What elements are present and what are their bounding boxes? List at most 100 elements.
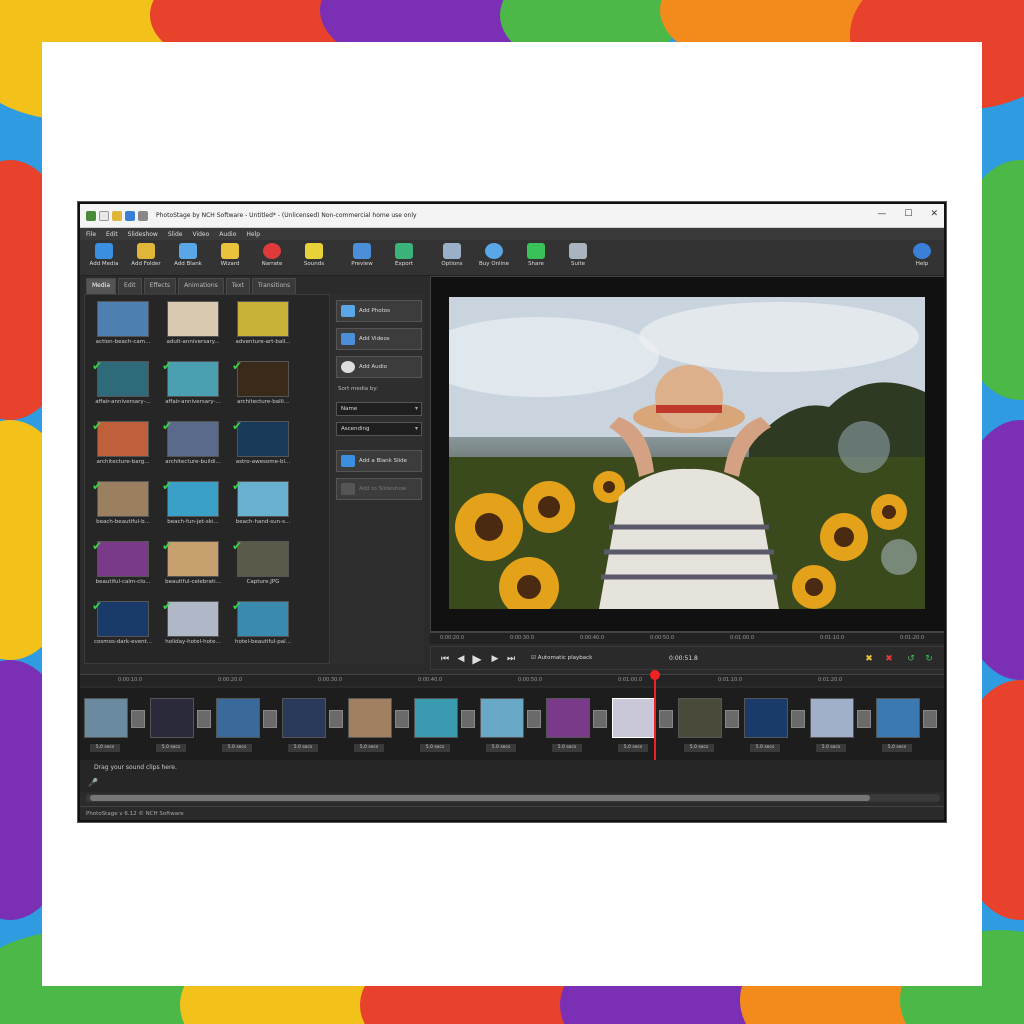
slide-duration[interactable]: 5.0 secs	[222, 744, 252, 752]
media-thumbnail[interactable]: ✔ architecture-buildi...	[161, 420, 225, 465]
open-folder-icon[interactable]	[112, 210, 122, 221]
buy-online-button[interactable]: Buy Online	[472, 243, 516, 267]
transition-icon[interactable]	[197, 710, 211, 728]
slide-duration[interactable]: 5.0 secs	[156, 744, 186, 752]
playhead-handle[interactable]	[650, 670, 660, 680]
menu-audio[interactable]: Audio	[219, 231, 236, 238]
new-file-icon[interactable]	[99, 210, 109, 221]
automatic-playback-checkbox[interactable]: ☑ Automatic playback	[531, 655, 592, 661]
wizard-button[interactable]: Wizard	[208, 243, 252, 267]
timeline-slide[interactable]	[876, 698, 920, 738]
media-thumbnail[interactable]: ✔ affair-anniversary-...	[91, 360, 155, 405]
slide-duration[interactable]: 5.0 secs	[420, 744, 450, 752]
step-back-icon[interactable]: ◀	[455, 653, 467, 665]
transition-icon[interactable]	[725, 710, 739, 728]
transition-icon[interactable]	[923, 710, 937, 728]
menu-edit[interactable]: Edit	[106, 231, 118, 238]
crop-icon[interactable]: ✖	[863, 653, 875, 665]
add-audio-button[interactable]: Add Audio	[336, 356, 422, 378]
timeline-slide[interactable]	[744, 698, 788, 738]
slide-duration[interactable]: 5.0 secs	[288, 744, 318, 752]
menu-help[interactable]: Help	[246, 231, 260, 238]
timeline-slide[interactable]	[810, 698, 854, 738]
timeline-scrollbar[interactable]	[86, 794, 940, 802]
sort-by-select[interactable]: Name ▾	[336, 402, 422, 416]
slide-duration[interactable]: 5.0 secs	[486, 744, 516, 752]
tab-edit[interactable]: Edit	[118, 278, 142, 294]
transition-icon[interactable]	[659, 710, 673, 728]
media-thumbnail[interactable]: ✔ beautiful-celebrati...	[161, 540, 225, 585]
slide-duration[interactable]: 5.0 secs	[684, 744, 714, 752]
media-thumbnail[interactable]: ✔ affair-anniversary-...	[161, 360, 225, 405]
slide-duration[interactable]: 5.0 secs	[882, 744, 912, 752]
menu-file[interactable]: File	[86, 231, 96, 238]
tab-effects[interactable]: Effects	[143, 278, 177, 294]
narrate-button[interactable]: Narrate	[250, 243, 294, 267]
timeline-slide[interactable]	[414, 698, 458, 738]
add-photos-button[interactable]: Add Photos	[336, 300, 422, 322]
transition-icon[interactable]	[593, 710, 607, 728]
media-thumbnail[interactable]: action-beach-cam...	[91, 301, 155, 345]
slide-duration[interactable]: 5.0 secs	[354, 744, 384, 752]
sounds-button[interactable]: Sounds	[292, 243, 336, 267]
transition-icon[interactable]	[527, 710, 541, 728]
tab-transitions[interactable]: Transitions	[251, 278, 297, 294]
transition-icon[interactable]	[395, 710, 409, 728]
sound-track[interactable]: Drag your sound clips here. 🎤	[80, 760, 944, 792]
menu-video[interactable]: Video	[192, 231, 209, 238]
menu-slide[interactable]: Slide	[168, 231, 183, 238]
transition-icon[interactable]	[131, 710, 145, 728]
media-thumbnail[interactable]: ✔ beach-fun-jet-ski...	[161, 480, 225, 525]
rotate-right-icon[interactable]: ↻	[923, 653, 935, 665]
minimize-icon[interactable]: —	[877, 209, 886, 219]
slide-duration[interactable]: 5.0 secs	[816, 744, 846, 752]
media-thumbnail[interactable]: ✔ Capture.JPG	[231, 540, 295, 585]
skip-start-icon[interactable]: ⏮	[439, 653, 451, 665]
media-thumbnail[interactable]: ✔ beautiful-calm-clo...	[91, 540, 155, 585]
undo-icon[interactable]	[138, 210, 148, 221]
timeline-slide[interactable]	[216, 698, 260, 738]
skip-end-icon[interactable]: ⏭	[505, 653, 517, 665]
media-thumbnail[interactable]: adult-anniversary...	[161, 301, 225, 345]
transition-icon[interactable]	[263, 710, 277, 728]
delete-icon[interactable]: ✖	[883, 653, 895, 665]
transition-icon[interactable]	[329, 710, 343, 728]
media-thumbnail[interactable]: ✔ architecture-balli...	[231, 360, 295, 405]
media-thumbnail[interactable]: ✔ cosmos-dark-event...	[91, 600, 155, 645]
tab-animations[interactable]: Animations	[178, 278, 224, 294]
add-videos-button[interactable]: Add Videos	[336, 328, 422, 350]
options-button[interactable]: Options	[430, 243, 474, 267]
media-thumbnail[interactable]: adventure-art-ball...	[231, 301, 295, 345]
microphone-icon[interactable]: 🎤	[88, 778, 98, 787]
add-blank-button[interactable]: Add Blank	[166, 243, 210, 267]
media-thumbnail[interactable]: ✔ holiday-hotel-hote...	[161, 600, 225, 645]
timeline-slide[interactable]	[480, 698, 524, 738]
play-icon[interactable]: ▶	[471, 653, 483, 665]
timeline-slide[interactable]	[678, 698, 722, 738]
add-to-slideshow-button[interactable]: Add to Slideshow	[336, 478, 422, 500]
close-icon[interactable]: ✕	[930, 209, 938, 219]
media-thumbnail[interactable]: ✔ hotel-beautiful-pal...	[231, 600, 295, 645]
add-blank-slide-button[interactable]: Add a Blank Slide	[336, 450, 422, 472]
add-media-button[interactable]: Add Media	[82, 243, 126, 267]
slide-duration[interactable]: 5.0 secs	[750, 744, 780, 752]
save-icon[interactable]	[125, 210, 135, 221]
preview-button[interactable]: Preview	[340, 243, 384, 267]
timeline-slide[interactable]	[282, 698, 326, 738]
slide-duration[interactable]: 5.0 secs	[618, 744, 648, 752]
timeline-slide[interactable]	[84, 698, 128, 738]
transition-icon[interactable]	[791, 710, 805, 728]
share-button[interactable]: Share	[514, 243, 558, 267]
slide-duration[interactable]: 5.0 secs	[90, 744, 120, 752]
slide-duration[interactable]: 5.0 secs	[552, 744, 582, 752]
timeline-slide[interactable]	[150, 698, 194, 738]
media-thumbnail[interactable]: ✔ astro-awesome-bl...	[231, 420, 295, 465]
maximize-icon[interactable]: ☐	[904, 209, 912, 219]
scrollbar-thumb[interactable]	[90, 795, 870, 801]
timeline-slide[interactable]	[612, 698, 656, 738]
suite-button[interactable]: Suite	[556, 243, 600, 267]
step-forward-icon[interactable]: ▶	[489, 653, 501, 665]
rotate-left-icon[interactable]: ↺	[905, 653, 917, 665]
sort-order-select[interactable]: Ascending ▾	[336, 422, 422, 436]
transition-icon[interactable]	[461, 710, 475, 728]
